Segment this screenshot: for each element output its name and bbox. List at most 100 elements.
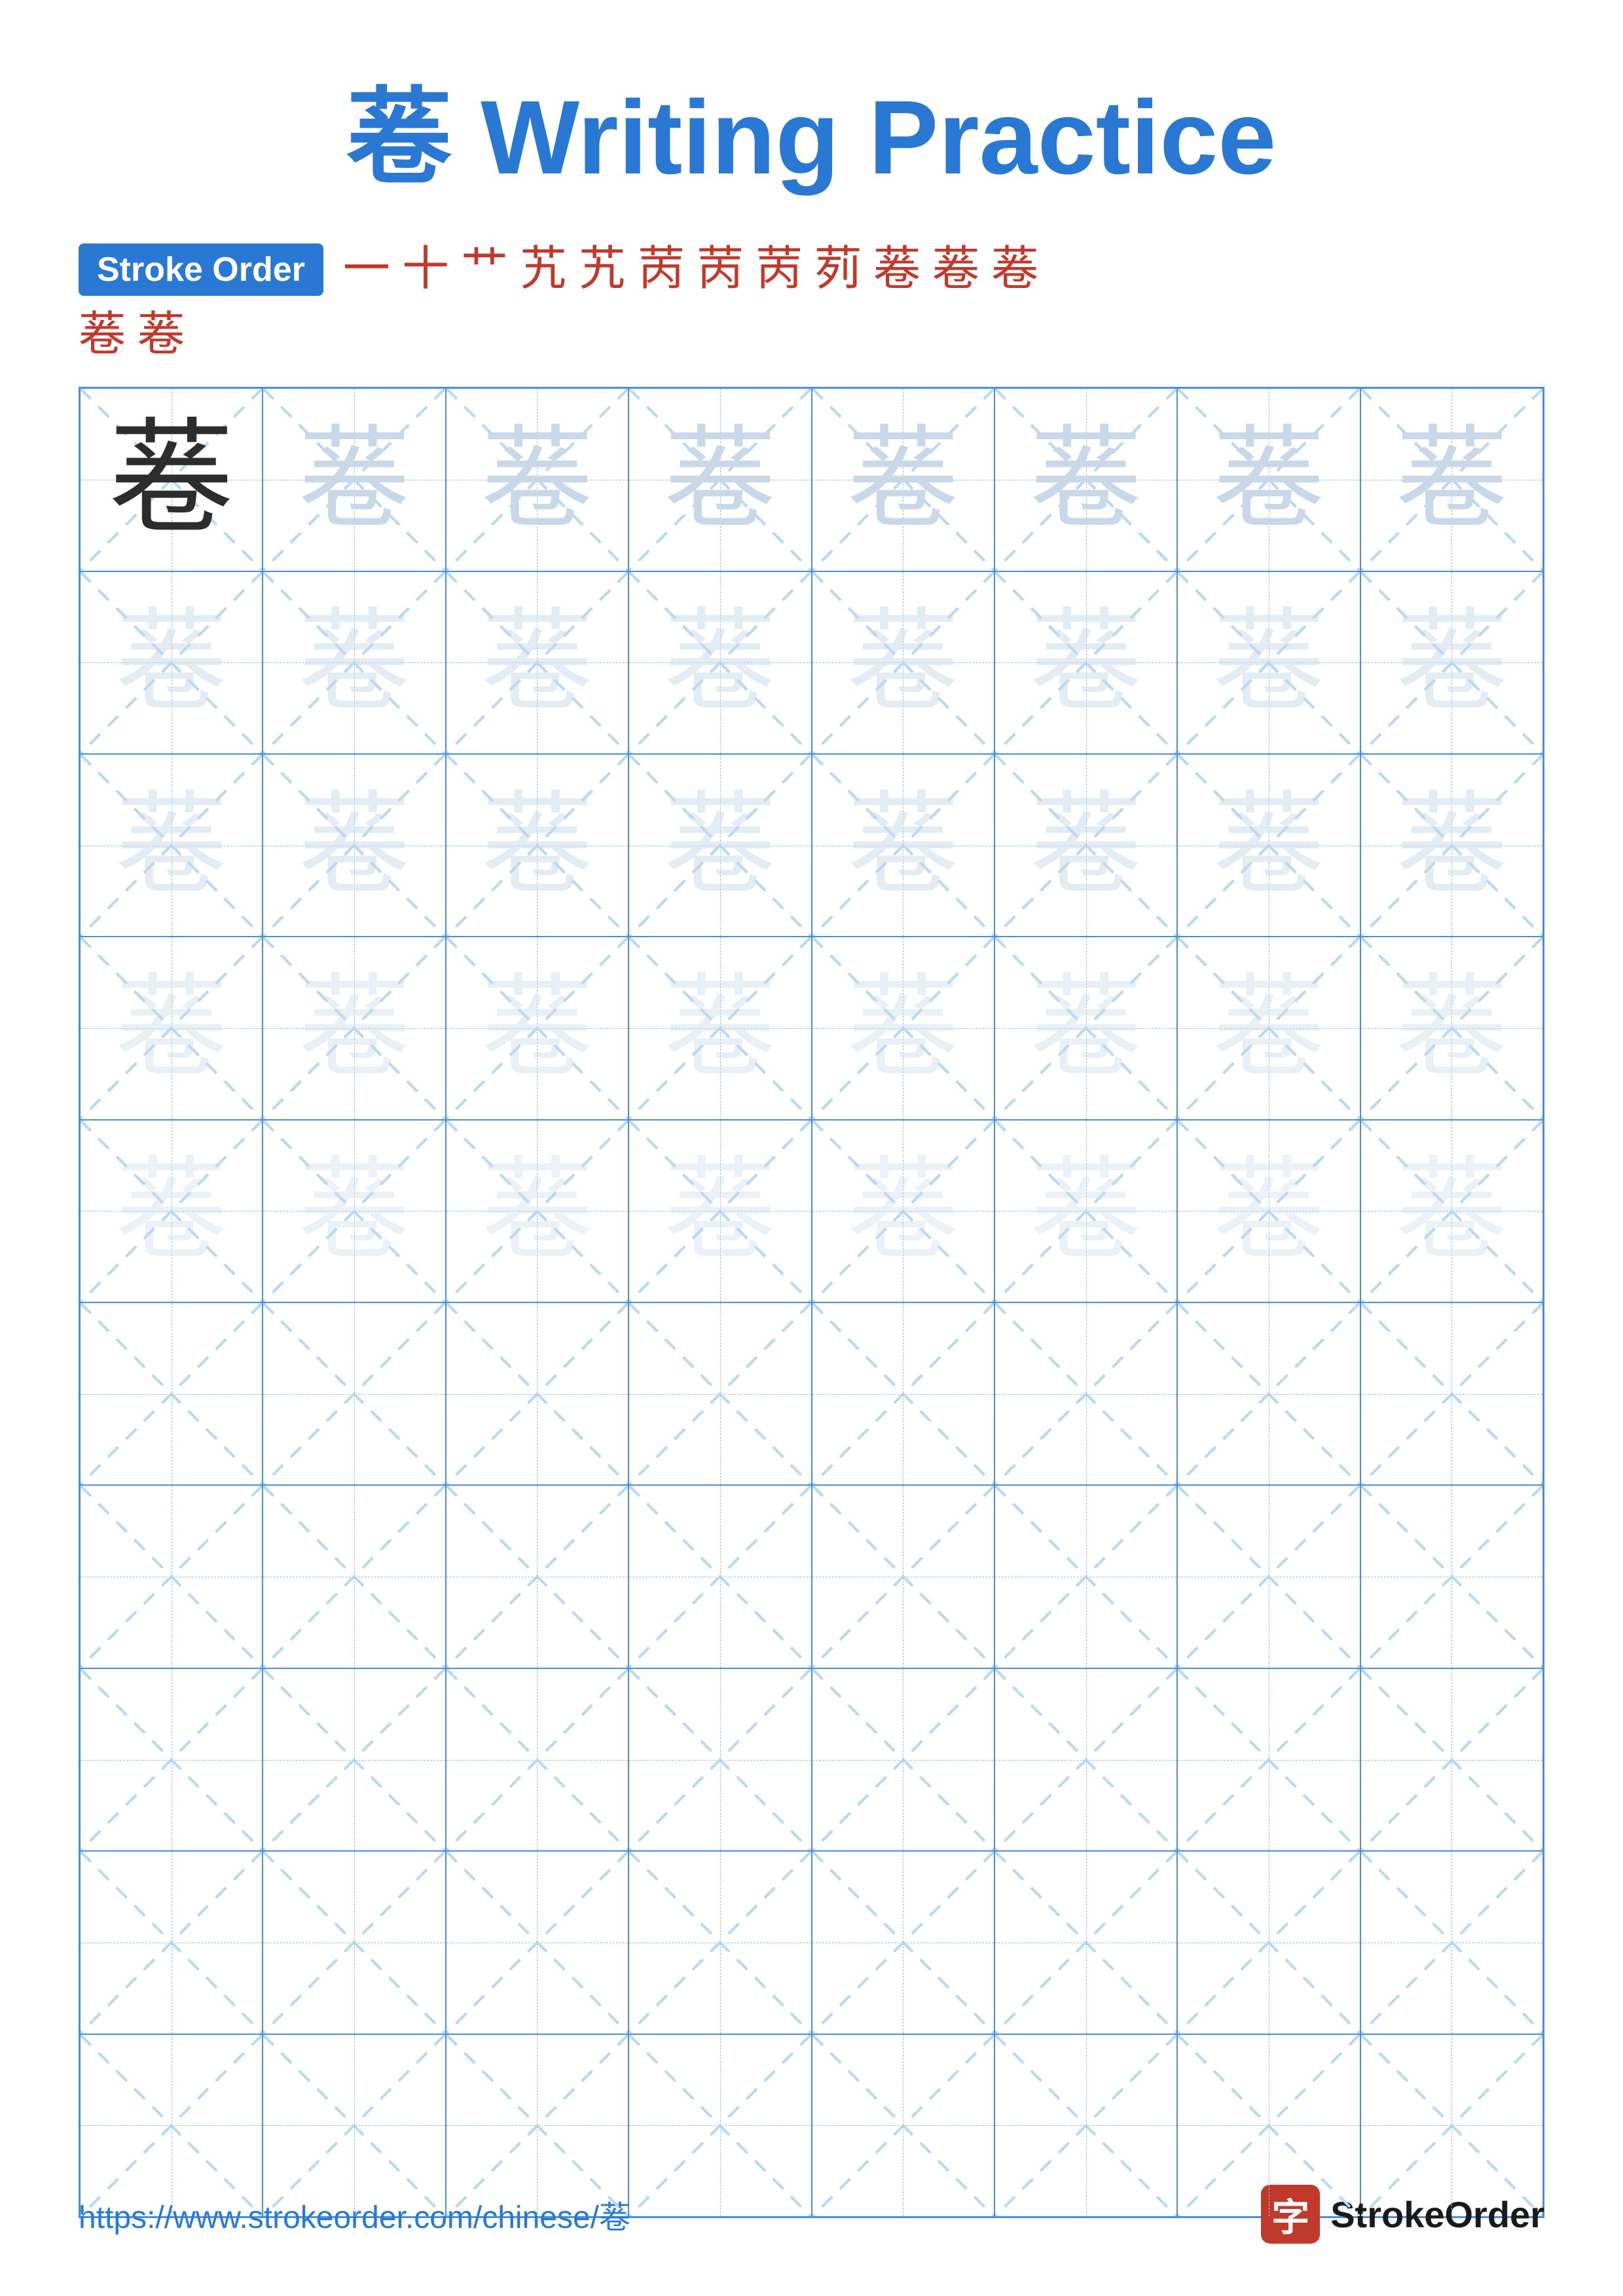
grid-cell[interactable] [1177,1302,1360,1485]
grid-row: 菤菤菤菤菤菤菤菤 [80,1120,1543,1302]
grid-cell[interactable]: 菤 [1360,388,1543,571]
practice-char: 菤 [1030,790,1142,901]
grid-row: 菤菤菤菤菤菤菤菤 [80,937,1543,1119]
practice-char: 菤 [1213,790,1324,901]
practice-char: 菤 [116,607,227,718]
practice-char: 菤 [847,973,958,1084]
grid-cell[interactable]: 菤 [80,388,263,571]
footer-brand: 字 StrokeOrder [1261,2185,1544,2244]
grid-cell[interactable]: 菤 [446,1120,629,1302]
grid-cell[interactable]: 菤 [80,937,263,1119]
grid-cell[interactable] [1360,1851,1543,2034]
grid-cell[interactable] [1360,1302,1543,1485]
practice-char: 菤 [481,973,593,1084]
stroke-char: 菤 [137,309,185,361]
grid-cell[interactable]: 菤 [994,1120,1177,1302]
grid-row: 菤菤菤菤菤菤菤菤 [80,388,1543,571]
grid-row: 菤菤菤菤菤菤菤菤 [80,754,1543,937]
grid-cell[interactable] [994,1302,1177,1485]
grid-row [80,1485,1543,1668]
grid-cell[interactable]: 菤 [812,1120,994,1302]
grid-cell[interactable] [446,1302,629,1485]
practice-char: 菤 [1030,1155,1142,1266]
stroke-char: 艽 [520,243,567,295]
grid-cell[interactable]: 菤 [629,937,811,1119]
grid-cell[interactable]: 菤 [994,754,1177,937]
grid-cell[interactable] [1177,1485,1360,1668]
grid-cell[interactable] [263,1485,445,1668]
grid-cell[interactable]: 菤 [1177,937,1360,1119]
grid-cell[interactable] [629,1302,811,1485]
grid-cell[interactable] [1177,1851,1360,2034]
grid-cell[interactable]: 菤 [994,937,1177,1119]
stroke-char: 菤 [79,309,126,361]
grid-cell[interactable]: 菤 [629,1120,811,1302]
practice-char: 菤 [665,790,776,901]
grid-cell[interactable]: 菤 [80,1120,263,1302]
grid-cell[interactable]: 菤 [629,388,811,571]
grid-cell[interactable] [629,1485,811,1668]
grid-cell[interactable] [1360,1668,1543,1851]
grid-cell[interactable] [446,1851,629,2034]
grid-cell[interactable]: 菤 [446,571,629,754]
practice-char: 菤 [299,607,410,718]
grid-cell[interactable] [994,1851,1177,2034]
grid-cell[interactable]: 菤 [1177,754,1360,937]
grid-cell[interactable]: 菤 [1360,1120,1543,1302]
grid-cell[interactable] [80,1485,263,1668]
grid-cell[interactable]: 菤 [994,388,1177,571]
practice-char: 菤 [1030,973,1142,1084]
grid-cell[interactable] [994,1485,1177,1668]
grid-cell[interactable]: 菤 [629,571,811,754]
grid-cell[interactable]: 菤 [263,1120,445,1302]
stroke-char: 苪 [638,243,685,295]
grid-cell[interactable]: 菤 [80,571,263,754]
grid-cell[interactable] [80,1851,263,2034]
grid-cell[interactable]: 菤 [812,937,994,1119]
grid-cell[interactable]: 菤 [812,571,994,754]
grid-cell[interactable] [1177,1668,1360,1851]
practice-char: 菤 [1213,424,1324,535]
grid-cell[interactable] [994,1668,1177,1851]
grid-cell[interactable]: 菤 [263,388,445,571]
grid-cell[interactable] [80,1668,263,1851]
grid-cell[interactable]: 菤 [1177,1120,1360,1302]
grid-cell[interactable]: 菤 [812,388,994,571]
grid-cell[interactable]: 菤 [812,754,994,937]
grid-cell[interactable] [812,1851,994,2034]
practice-char: 菤 [847,790,958,901]
practice-char: 菤 [116,973,227,1084]
grid-cell[interactable] [812,1302,994,1485]
grid-cell[interactable]: 菤 [80,754,263,937]
grid-cell[interactable]: 菤 [263,754,445,937]
grid-cell[interactable]: 菤 [1360,937,1543,1119]
grid-cell[interactable] [263,1668,445,1851]
grid-cell[interactable]: 菤 [446,388,629,571]
grid-cell[interactable] [629,1851,811,2034]
grid-cell[interactable]: 菤 [446,937,629,1119]
grid-cell[interactable] [1360,1485,1543,1668]
grid-cell[interactable] [812,1485,994,1668]
grid-cell[interactable]: 菤 [446,754,629,937]
grid-cell[interactable]: 菤 [1177,388,1360,571]
stroke-char: 茢 [814,243,862,295]
grid-cell[interactable]: 菤 [629,754,811,937]
grid-cell[interactable]: 菤 [1360,571,1543,754]
grid-cell[interactable]: 菤 [994,571,1177,754]
grid-cell[interactable] [263,1851,445,2034]
brand-icon: 字 [1261,2185,1320,2244]
grid-cell[interactable] [446,1668,629,1851]
practice-char: 菤 [665,607,776,718]
grid-cell[interactable]: 菤 [263,937,445,1119]
grid-cell[interactable]: 菤 [263,571,445,754]
grid-cell[interactable] [446,1485,629,1668]
grid-cell[interactable] [263,1302,445,1485]
grid-cell[interactable] [80,1302,263,1485]
grid-cell[interactable] [629,1668,811,1851]
grid-cell[interactable]: 菤 [1177,571,1360,754]
practice-grid: 菤菤菤菤菤菤菤菤菤菤菤菤菤菤菤菤菤菤菤菤菤菤菤菤菤菤菤菤菤菤菤菤菤菤菤菤菤菤菤菤 [79,387,1544,2218]
grid-cell[interactable]: 菤 [1360,754,1543,937]
practice-char: 菤 [1213,973,1324,1084]
stroke-char: 一 [343,243,390,295]
grid-cell[interactable] [812,1668,994,1851]
